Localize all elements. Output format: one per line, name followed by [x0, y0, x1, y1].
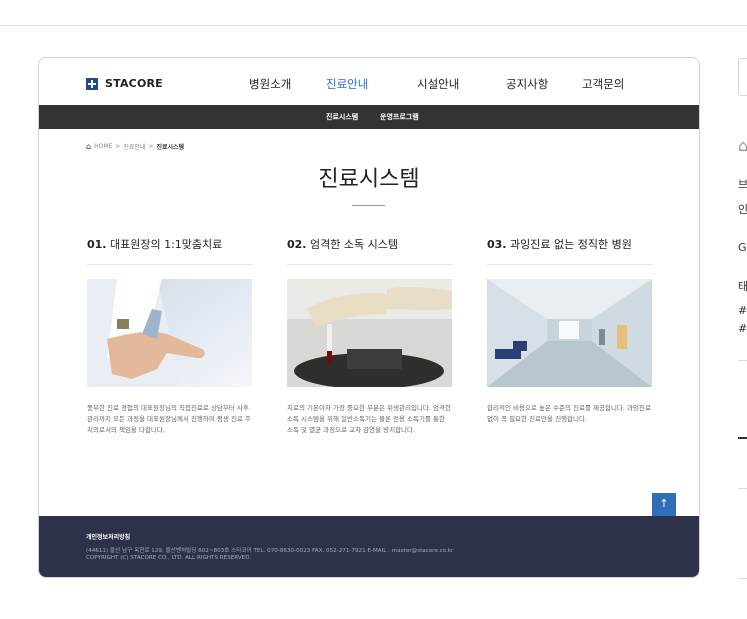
footer-copyright: COPYRIGHT (C) STACORE CO., LTD. ALL RIGH… — [86, 555, 252, 561]
feature-column-3: 03. 과잉진료 없는 정직한 병원 합리적인 비용으로 높은 수준의 진료를 … — [487, 236, 653, 425]
feature-column-2: 02. 엄격한 소독 시스템 치료의 기본이자 가장 중요한 부분은 위생관리입… — [287, 236, 453, 436]
side-tag[interactable]: # — [738, 322, 747, 335]
side-divider — [738, 578, 747, 579]
arrow-up-icon: ↑ — [659, 497, 669, 510]
page-title: 진료시스템 — [318, 167, 420, 192]
breadcrumb: ⌂ HOME > 진료안내 > 진료시스템 — [86, 142, 184, 151]
side-divider — [738, 360, 747, 361]
side-input-box[interactable] — [738, 58, 747, 96]
browser-top-divider — [0, 25, 747, 26]
hospital-corridor-image — [487, 279, 652, 387]
sterilization-image — [287, 279, 452, 387]
nav-item-about[interactable]: 병원소개 — [249, 76, 291, 92]
feature-heading: 03. 과잉진료 없는 정직한 병원 — [487, 236, 653, 265]
nav-item-notice[interactable]: 공지사항 — [506, 76, 548, 92]
feature-number: 03. — [487, 238, 507, 251]
nav-item-facility[interactable]: 시설안내 — [417, 76, 459, 92]
breadcrumb-home[interactable]: HOME — [94, 143, 112, 150]
subnav-item-program[interactable]: 운영프로그램 — [380, 112, 419, 122]
feature-number: 01. — [87, 238, 107, 251]
feature-column-1: 01. 대표원장의 1:1맞춤치료 풍부한 진료 경험의 대표원장님의 직접진료… — [87, 236, 253, 436]
privacy-policy-link[interactable]: 개인정보처리방침 — [86, 532, 130, 541]
home-icon[interactable]: ⌂ — [86, 142, 91, 151]
feature-description: 합리적인 비용으로 높은 수준의 진료를 제공합니다. 과잉진료 없이 꼭 필요… — [487, 404, 651, 423]
feature-description: 풍부한 진료 경험의 대표원장님의 직접진료로 상담부터 사후관리까지 모든 과… — [87, 404, 251, 434]
side-text: 태 — [738, 280, 747, 293]
side-text: 브 — [738, 178, 747, 191]
feature-title: 대표원장의 1:1맞춤치료 — [110, 238, 223, 251]
doctor-hand-image — [87, 279, 252, 387]
feature-title: 엄격한 소독 시스템 — [310, 238, 398, 251]
footer-address: (44611) 울산 남구 옥현로 129, 울산벤처빌딩 802~803호 스… — [86, 548, 454, 554]
breadcrumb-separator: > — [148, 143, 154, 150]
feature-number: 02. — [287, 238, 307, 251]
feature-description: 치료의 기본이자 가장 중요한 부분은 위생관리입니다. 엄격한 소독 시스템을… — [287, 404, 451, 434]
site-header: STACORE 병원소개 진료안내 시설안내 공지사항 고객문의 — [39, 58, 699, 106]
side-tag[interactable]: # — [738, 304, 747, 317]
side-divider — [738, 488, 747, 489]
website-preview-card: STACORE 병원소개 진료안내 시설안내 공지사항 고객문의 진료시스템 운… — [38, 57, 700, 578]
subnav-item-system[interactable]: 진료시스템 — [326, 112, 358, 122]
feature-heading: 01. 대표원장의 1:1맞춤치료 — [87, 236, 253, 265]
right-side-panel: ⌂ 브 인 G 태 # # — [735, 0, 747, 619]
feature-title: 과잉진료 없는 정직한 병원 — [510, 238, 632, 251]
side-divider — [738, 437, 747, 439]
main-navigation: 병원소개 진료안내 시설안내 공지사항 고객문의 — [39, 76, 699, 92]
scroll-to-top-button[interactable]: ↑ — [652, 493, 676, 517]
title-divider — [352, 205, 385, 206]
nav-item-treatment[interactable]: 진료안내 — [326, 76, 368, 92]
side-text: 인 — [738, 203, 747, 216]
feature-heading: 02. 엄격한 소독 시스템 — [287, 236, 453, 265]
breadcrumb-level1[interactable]: 진료안내 — [123, 142, 145, 151]
sub-navigation: 진료시스템 운영프로그램 — [39, 105, 699, 129]
home-icon: ⌂ — [738, 136, 747, 155]
breadcrumb-separator: > — [115, 143, 121, 150]
site-footer: 개인정보처리방침 (44611) 울산 남구 옥현로 129, 울산벤처빌딩 8… — [39, 516, 699, 577]
breadcrumb-current: 진료시스템 — [156, 144, 185, 151]
side-text: G — [738, 241, 747, 254]
nav-item-contact[interactable]: 고객문의 — [582, 76, 624, 92]
